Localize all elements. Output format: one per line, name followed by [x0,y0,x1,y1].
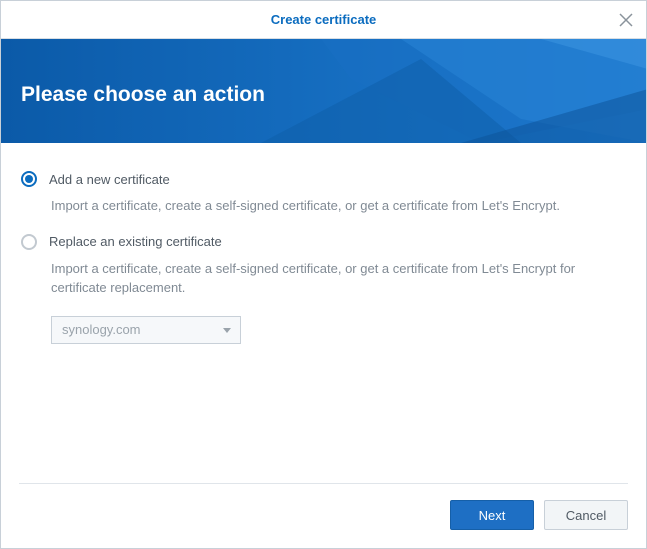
option-add-new-desc: Import a certificate, create a self-sign… [51,197,626,216]
replace-certificate-select[interactable]: synology.com [51,316,241,344]
option-add-new[interactable]: Add a new certificate [21,171,626,187]
option-add-new-label: Add a new certificate [49,172,170,187]
banner-heading: Please choose an action [21,83,265,107]
chevron-down-icon [222,325,232,335]
option-replace-desc: Import a certificate, create a self-sign… [51,260,626,298]
radio-add-new[interactable] [21,171,37,187]
option-replace[interactable]: Replace an existing certificate [21,234,626,250]
cancel-button[interactable]: Cancel [544,500,628,530]
footer: Next Cancel [1,485,646,548]
content: Add a new certificate Import a certifica… [1,143,646,344]
select-value: synology.com [62,322,141,337]
banner: Please choose an action [1,39,646,143]
titlebar: Create certificate [1,1,646,39]
close-button[interactable] [606,1,646,39]
radio-replace[interactable] [21,234,37,250]
footer-divider [19,483,628,484]
option-replace-label: Replace an existing certificate [49,234,222,249]
next-button[interactable]: Next [450,500,534,530]
close-icon [619,13,633,27]
dialog-title: Create certificate [271,12,377,27]
